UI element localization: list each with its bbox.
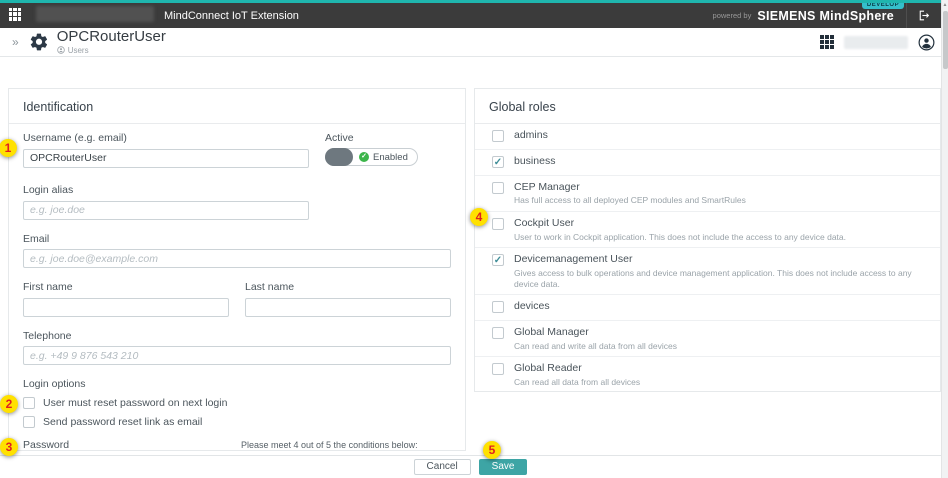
telephone-label: Telephone xyxy=(23,330,451,342)
role-row-cep-manager: CEP Manager Has full access to all deplo… xyxy=(475,175,940,211)
role-description: Can read all data from all devices xyxy=(514,377,640,388)
email-input[interactable] xyxy=(23,249,451,268)
vertical-scrollbar[interactable]: ▲ xyxy=(941,0,948,478)
main-content: Identification Username (e.g. email) Act… xyxy=(0,57,941,455)
toggle-knob xyxy=(325,148,353,166)
step-badge-5: 5 xyxy=(483,441,501,459)
role-row-cockpit-user: Cockpit User User to work in Cockpit app… xyxy=(475,211,940,247)
page-title: OPCRouterUser xyxy=(57,29,166,45)
logout-button[interactable] xyxy=(906,3,940,28)
role-checkbox[interactable] xyxy=(492,182,504,194)
reset-password-option: User must reset password on next login xyxy=(23,397,451,409)
title-block: OPCRouterUser Users xyxy=(57,29,166,55)
app-launcher-button[interactable] xyxy=(0,0,30,28)
user-avatar-icon[interactable] xyxy=(918,34,935,51)
users-icon xyxy=(57,46,65,54)
step-badge-3: 3 xyxy=(0,438,18,456)
role-row-devicemanagement-user: Devicemanagement User Gives access to bu… xyxy=(475,247,940,294)
enabled-check-icon: ✓ xyxy=(359,152,369,162)
powered-by-label: powered by xyxy=(713,11,752,20)
header-right xyxy=(820,34,935,51)
action-bar: Cancel Save xyxy=(0,455,941,478)
active-label: Active xyxy=(325,132,418,144)
breadcrumb: Users xyxy=(57,46,166,55)
global-roles-card: Global roles admins business CEP Manager xyxy=(474,88,941,392)
roles-list: admins business CEP Manager Has full acc… xyxy=(475,124,940,392)
send-reset-link-option: Send password reset link as email xyxy=(23,416,451,428)
sidebar-expand-chevron-icon[interactable]: » xyxy=(12,35,19,49)
send-reset-link-checkbox[interactable] xyxy=(23,416,35,428)
active-toggle[interactable]: ✓ Enabled xyxy=(325,148,418,166)
scroll-up-arrow-icon: ▲ xyxy=(942,0,948,10)
first-name-input[interactable] xyxy=(23,298,229,317)
toggle-state-label: Enabled xyxy=(373,152,408,163)
username-input[interactable] xyxy=(23,149,309,168)
gear-icon xyxy=(29,32,49,52)
telephone-input[interactable] xyxy=(23,346,451,365)
role-name: admins xyxy=(514,128,548,144)
login-options-label: Login options xyxy=(23,378,451,390)
role-description: Has full access to all deployed CEP modu… xyxy=(514,195,746,206)
role-checkbox[interactable] xyxy=(492,130,504,142)
last-name-input[interactable] xyxy=(245,298,451,317)
current-user-redacted xyxy=(844,36,908,49)
cancel-button[interactable]: Cancel xyxy=(414,459,471,475)
global-roles-heading: Global roles xyxy=(475,89,940,124)
password-conditions: Please meet 4 out of 5 the conditions be… xyxy=(241,439,451,451)
role-checkbox[interactable] xyxy=(492,301,504,313)
role-row-global-reader: Global Reader Can read all data from all… xyxy=(475,356,940,392)
app-switcher-icon[interactable] xyxy=(820,35,834,49)
identification-card: Identification Username (e.g. email) Act… xyxy=(8,88,466,451)
first-name-label: First name xyxy=(23,281,229,293)
app-title: MindConnect IoT Extension xyxy=(164,7,299,22)
username-label: Username (e.g. email) xyxy=(23,132,309,144)
app-grid-icon xyxy=(9,8,22,21)
last-name-label: Last name xyxy=(245,281,451,293)
tenant-name-redacted xyxy=(36,6,154,22)
identification-heading: Identification xyxy=(9,89,465,124)
accent-strip xyxy=(0,0,948,3)
role-name: devices xyxy=(514,299,550,315)
role-checkbox[interactable] xyxy=(492,363,504,375)
conditions-intro: Please meet 4 out of 5 the conditions be… xyxy=(241,440,451,450)
role-name: business xyxy=(514,154,555,170)
role-name: Global Reader xyxy=(514,361,640,377)
role-checkbox[interactable] xyxy=(492,254,504,266)
role-checkbox[interactable] xyxy=(492,156,504,168)
login-alias-input[interactable] xyxy=(23,201,309,220)
step-badge-2: 2 xyxy=(0,395,18,413)
role-row-business: business xyxy=(475,149,940,175)
role-name: Global Manager xyxy=(514,325,677,341)
role-description: User to work in Cockpit application. Thi… xyxy=(514,232,846,243)
role-checkbox[interactable] xyxy=(492,218,504,230)
role-description: Can read and write all data from all dev… xyxy=(514,341,677,352)
brand-logo: SIEMENS MindSphere xyxy=(757,9,894,23)
role-name: Cockpit User xyxy=(514,216,846,232)
send-reset-link-option-label: Send password reset link as email xyxy=(43,416,202,428)
logout-icon xyxy=(917,9,930,22)
screen: MindConnect IoT Extension powered by SIE… xyxy=(0,0,948,478)
reset-password-checkbox[interactable] xyxy=(23,397,35,409)
reset-password-option-label: User must reset password on next login xyxy=(43,397,227,409)
role-name: CEP Manager xyxy=(514,180,746,196)
step-badge-4: 4 xyxy=(470,208,488,226)
role-row-admins: admins xyxy=(475,124,940,149)
save-button[interactable]: Save xyxy=(479,459,528,475)
role-row-global-manager: Global Manager Can read and write all da… xyxy=(475,320,940,356)
role-checkbox[interactable] xyxy=(492,327,504,339)
role-description: Gives access to bulk operations and devi… xyxy=(514,268,926,289)
scrollbar-thumb[interactable] xyxy=(943,11,948,69)
password-label: Password xyxy=(23,439,229,451)
breadcrumb-label: Users xyxy=(68,46,89,55)
email-label: Email xyxy=(23,233,451,245)
role-row-devices: devices xyxy=(475,294,940,320)
page-header: » OPCRouterUser Users xyxy=(0,28,941,57)
navbar-right: powered by SIEMENS MindSphere xyxy=(713,0,948,28)
login-alias-label: Login alias xyxy=(23,184,309,196)
role-name: Devicemanagement User xyxy=(514,252,926,268)
top-navbar: MindConnect IoT Extension powered by SIE… xyxy=(0,0,948,28)
